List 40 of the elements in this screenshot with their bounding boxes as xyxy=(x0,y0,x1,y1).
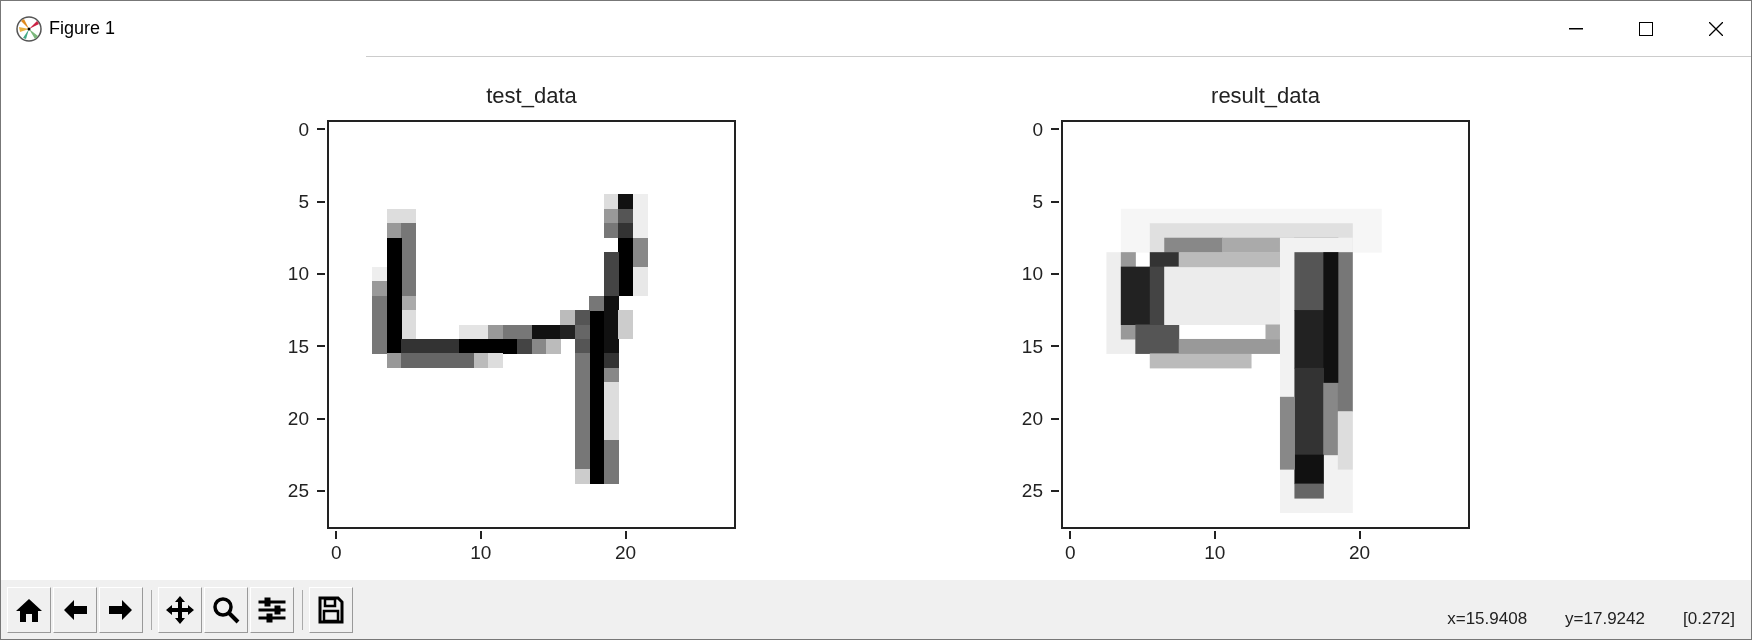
y-tick-label: 25 xyxy=(287,481,310,501)
search-icon xyxy=(212,595,240,624)
y-tick-label: 5 xyxy=(1032,192,1044,212)
y-tick-label: 15 xyxy=(287,336,310,356)
maximize-icon xyxy=(1639,21,1653,36)
toolbar-button[interactable] xyxy=(309,586,353,633)
home-icon xyxy=(15,596,43,623)
y-tick-label: 10 xyxy=(1021,264,1044,284)
toolbar-button[interactable] xyxy=(53,586,97,633)
cursor-y-reading: y=17.9242 xyxy=(1565,607,1645,630)
x-tick-label: 10 xyxy=(1204,543,1226,562)
move-arrows-icon xyxy=(165,594,195,625)
close-icon xyxy=(1709,21,1723,36)
toolbar-button[interactable] xyxy=(204,586,248,633)
y-tick-label: 15 xyxy=(1021,336,1044,356)
toolbar-button[interactable] xyxy=(158,586,202,633)
minimize-icon xyxy=(1569,27,1583,30)
pixel-value-reading: [0.272] xyxy=(1683,607,1735,630)
plot-title: result_data xyxy=(1211,82,1320,110)
sliders-icon xyxy=(258,596,286,623)
x-tick-label: 0 xyxy=(330,543,342,562)
y-tick-label: 20 xyxy=(1021,409,1044,428)
x-tick-label: 0 xyxy=(1064,543,1076,562)
x-tick-label: 10 xyxy=(470,543,492,562)
y-tick-label: 10 xyxy=(287,264,310,284)
cursor-x-reading: x=15.9408 xyxy=(1447,607,1528,630)
y-tick-label: 0 xyxy=(1032,119,1044,139)
y-tick-label: 5 xyxy=(298,192,310,212)
x-tick-label: 20 xyxy=(614,543,637,562)
app-logo-icon xyxy=(15,14,43,43)
save-icon xyxy=(318,595,344,624)
window-title: Figure 1 xyxy=(49,17,116,40)
y-tick-label: 20 xyxy=(287,409,310,428)
y-tick-label: 0 xyxy=(298,119,310,139)
x-tick-label: 20 xyxy=(1348,543,1371,562)
toolbar-button[interactable] xyxy=(7,586,51,633)
toolbar-button[interactable] xyxy=(250,586,294,633)
plot-title: test_data xyxy=(486,82,577,110)
toolbar-button[interactable] xyxy=(99,586,143,633)
y-tick-label: 25 xyxy=(1021,481,1044,501)
